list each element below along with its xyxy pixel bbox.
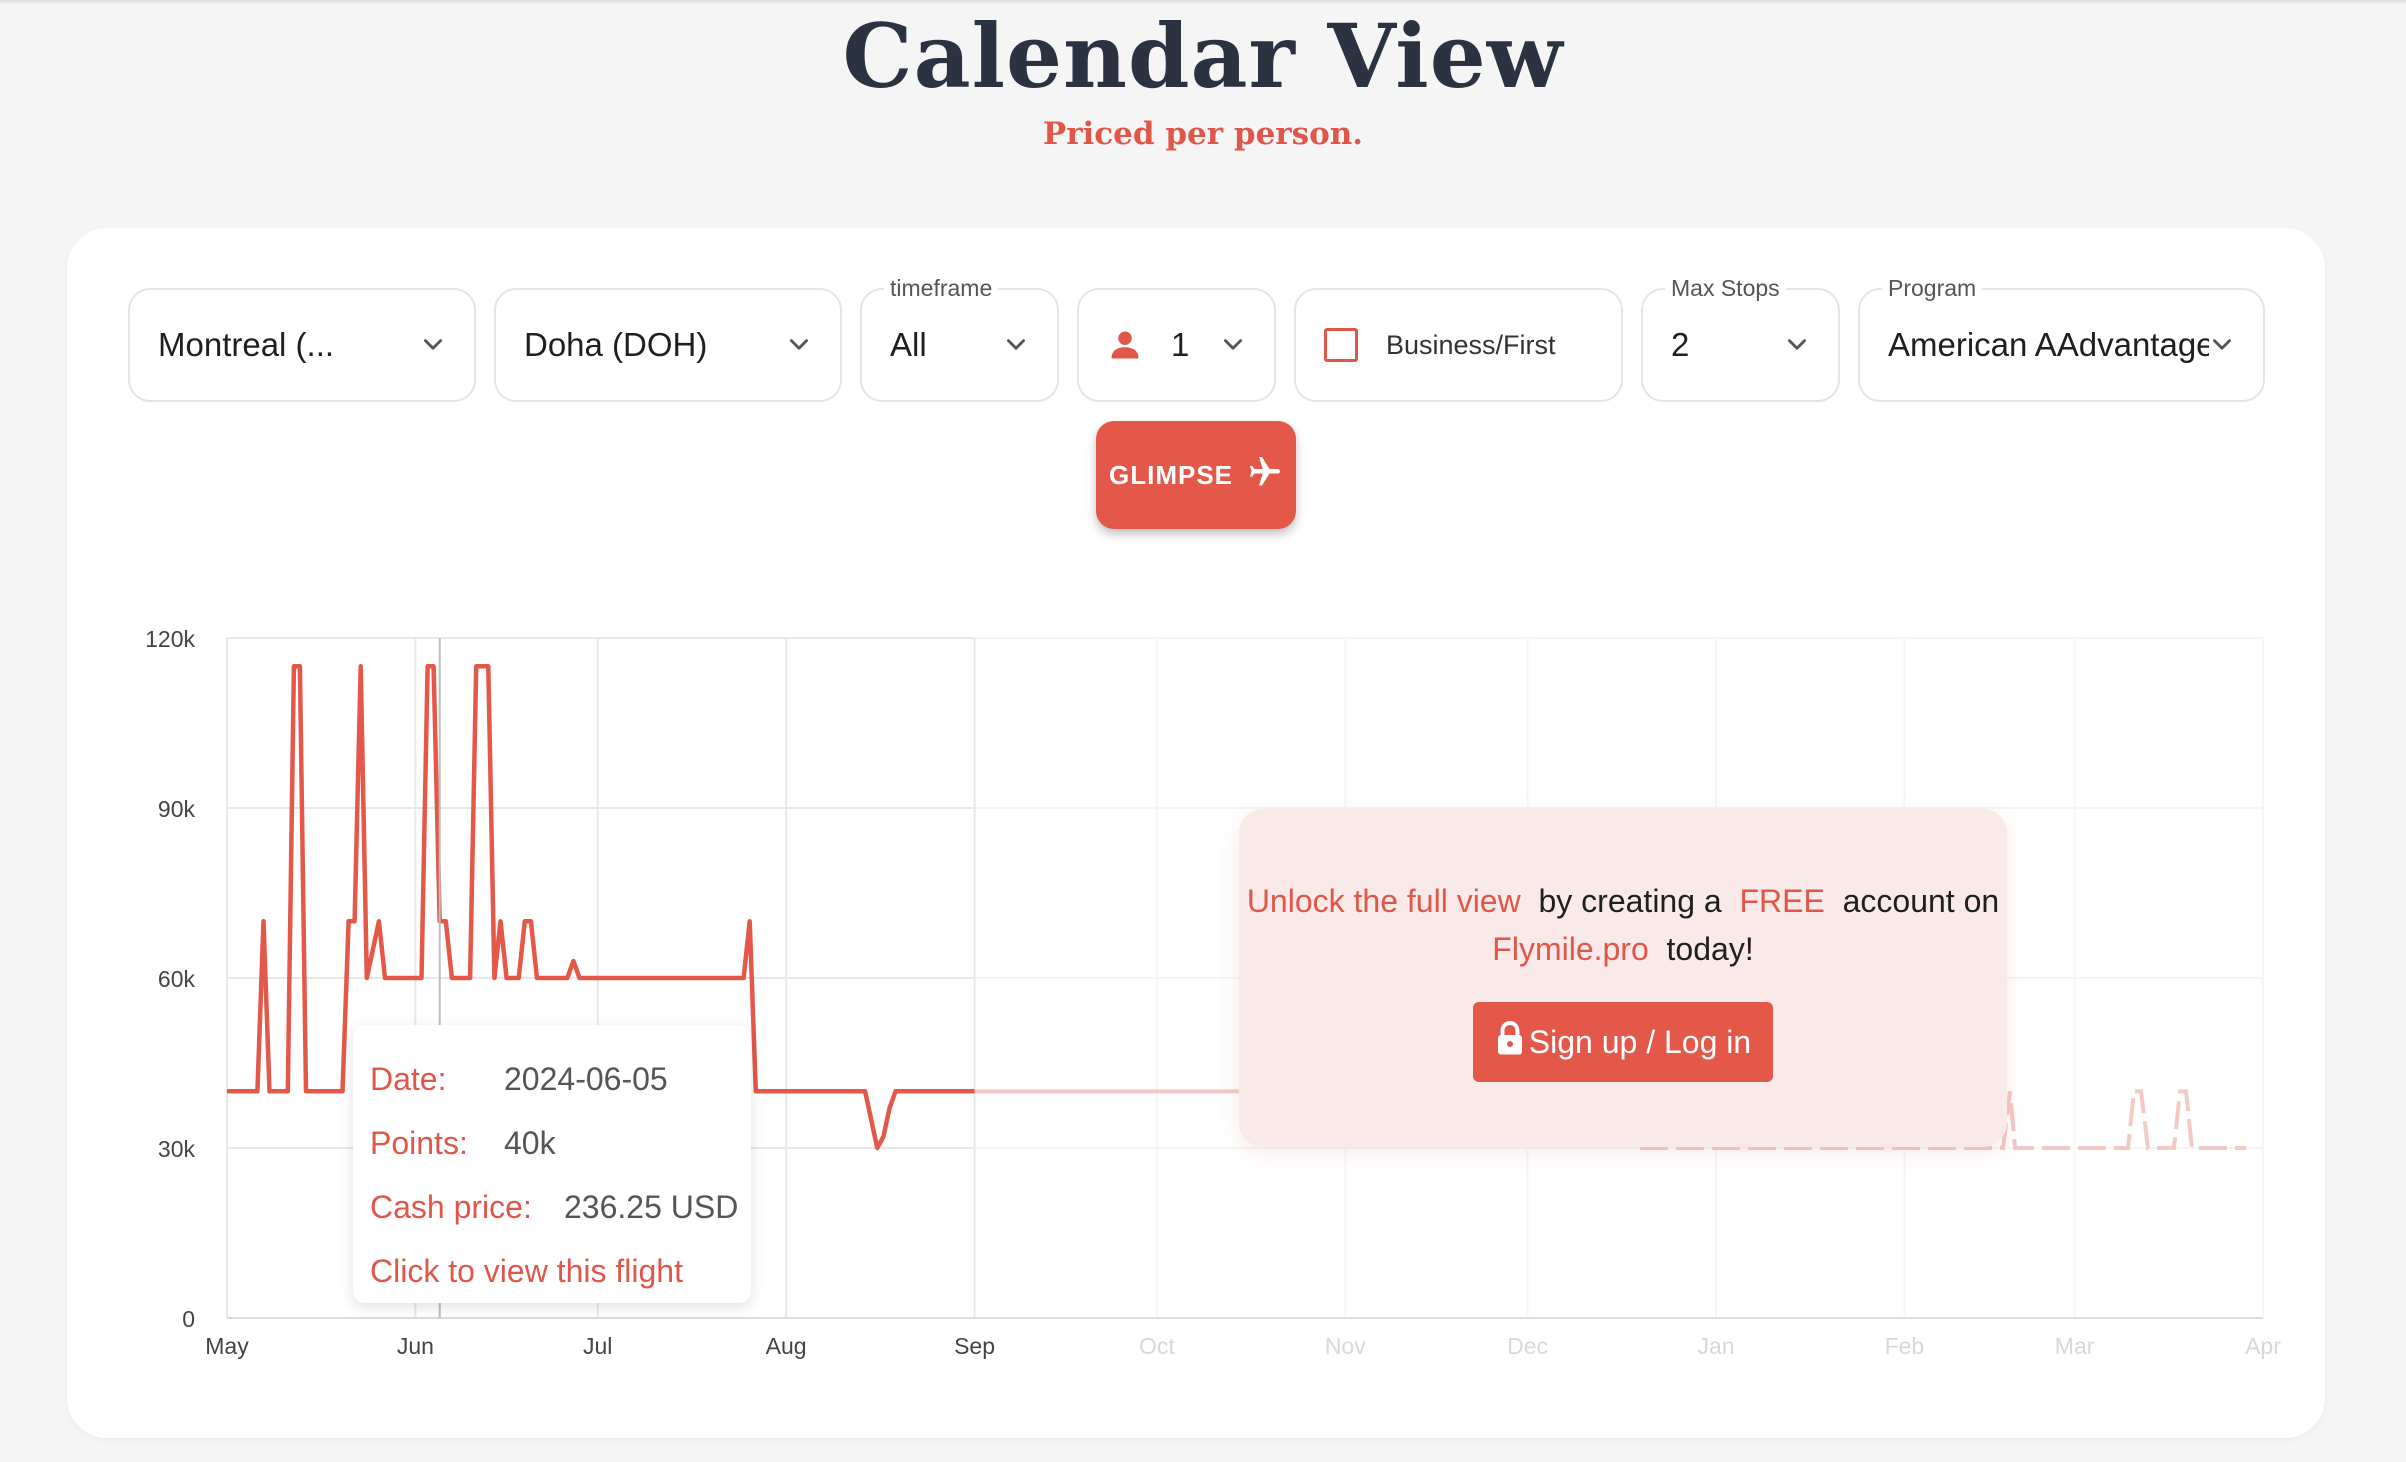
unlock-text: account on: [1842, 883, 2000, 919]
signup-label: Sign up / Log in: [1528, 1023, 1752, 1060]
unlock-message-line2: Flymile.pro today!: [1239, 925, 2007, 973]
y-tick-label: 120k: [145, 626, 195, 652]
x-tick-label: Dec: [1507, 1333, 1548, 1359]
tooltip-date-label: Date:: [370, 1061, 447, 1097]
tooltip-date-value: 2024-06-05: [504, 1061, 668, 1097]
unlock-message-line1: Unlock the full view by creating a FREE …: [1239, 877, 2007, 925]
x-tick-label: Oct: [1139, 1333, 1175, 1359]
y-tick-label: 30k: [158, 1136, 196, 1162]
tooltip-cash-value: 236.25 USD: [564, 1189, 739, 1225]
lock-icon: [1495, 1020, 1525, 1064]
y-tick-label: 90k: [158, 796, 196, 822]
x-tick-label: Sep: [954, 1333, 995, 1359]
x-tick-label: May: [205, 1333, 249, 1359]
unlock-full-view-link[interactable]: Unlock the full view: [1247, 883, 1521, 919]
unlock-overlay: Unlock the full view by creating a FREE …: [1239, 809, 2007, 1147]
view-flight-link[interactable]: Click to view this flight: [370, 1253, 683, 1289]
unlock-text: today!: [1666, 931, 1754, 967]
x-tick-label: Nov: [1325, 1333, 1366, 1359]
x-tick-label: Feb: [1885, 1333, 1925, 1359]
x-tick-label: Apr: [2245, 1333, 2281, 1359]
free-text: FREE: [1739, 883, 1825, 919]
x-tick-label: Jul: [583, 1333, 612, 1359]
tooltip-points-label: Points:: [370, 1125, 468, 1161]
flymile-link[interactable]: Flymile.pro: [1492, 931, 1648, 967]
chart-tooltip[interactable]: Date: 2024-06-05 Points: 40k Cash price: 23…: [353, 1025, 751, 1303]
x-tick-label: Jun: [397, 1333, 434, 1359]
unlock-text: by creating a: [1538, 883, 1722, 919]
x-tick-label: Aug: [766, 1333, 807, 1359]
tooltip-cash-label: Cash price:: [370, 1189, 532, 1225]
signup-login-button[interactable]: Sign up / Log in: [1473, 1002, 1773, 1082]
tooltip-points-value: 40k: [504, 1125, 556, 1161]
x-tick-label: Mar: [2055, 1333, 2095, 1359]
y-tick-label: 0: [182, 1306, 195, 1332]
y-tick-label: 60k: [158, 966, 196, 992]
x-tick-label: Jan: [1697, 1333, 1734, 1359]
